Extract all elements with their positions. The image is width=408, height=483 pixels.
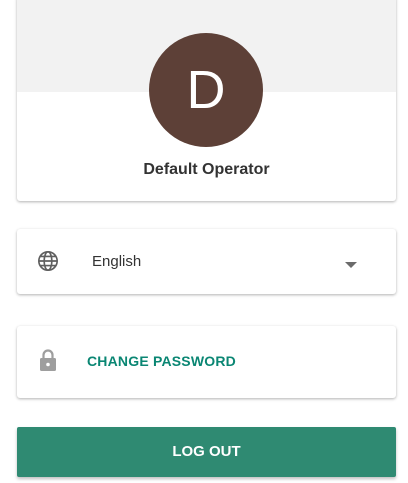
avatar: D <box>149 33 263 147</box>
change-password-label: CHANGE PASSWORD <box>87 353 236 369</box>
chevron-down-icon <box>345 262 357 268</box>
language-selector[interactable]: English <box>17 229 396 294</box>
lock-icon <box>39 348 57 372</box>
globe-icon <box>37 250 59 272</box>
change-password-button[interactable]: CHANGE PASSWORD <box>17 326 396 398</box>
operator-name: Default Operator <box>143 161 270 178</box>
profile-card: D Default Operator <box>17 0 396 201</box>
operator-profile-page: D Default Operator English CHANGE PASSWO… <box>0 0 408 483</box>
language-value: English <box>92 253 142 270</box>
logout-button[interactable]: LOG OUT <box>17 427 396 477</box>
